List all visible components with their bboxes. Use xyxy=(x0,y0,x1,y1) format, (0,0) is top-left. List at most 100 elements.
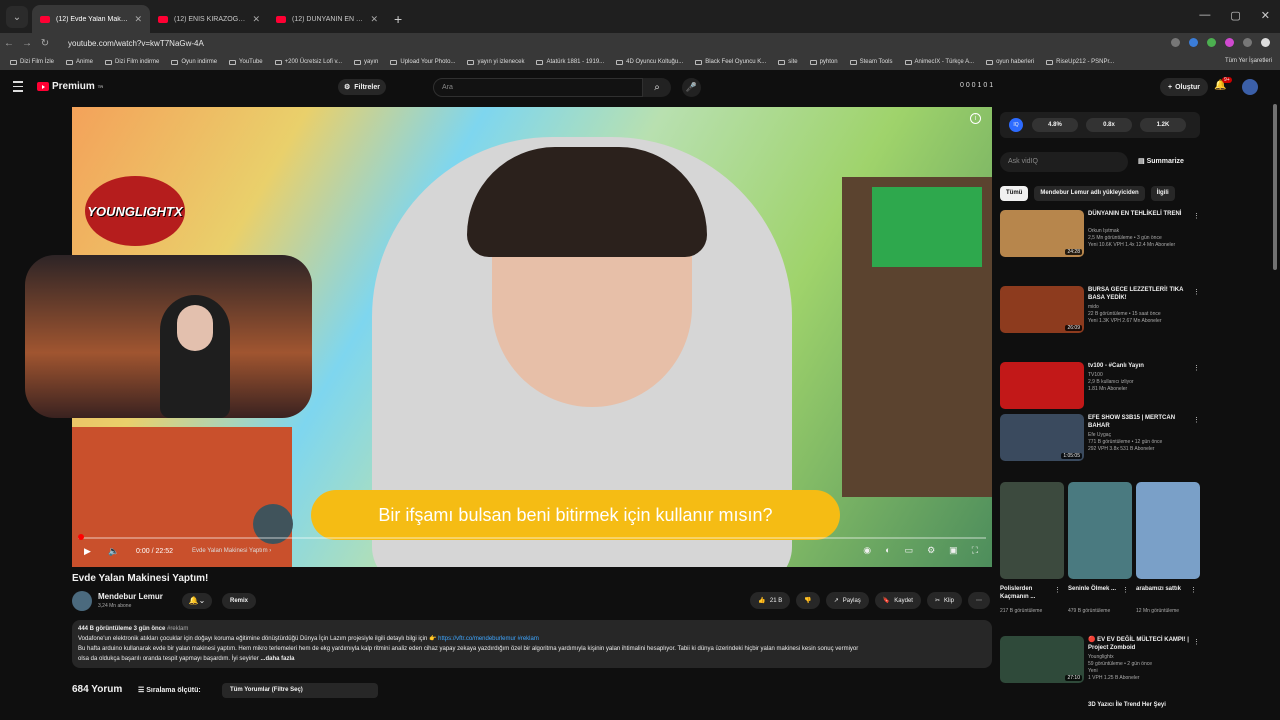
bookmark-item[interactable]: Dizi Film indirme xyxy=(105,59,159,65)
video-thumbnail[interactable]: 1:05:05 xyxy=(1000,414,1084,461)
autoplay-toggle[interactable]: ◐ xyxy=(885,545,890,556)
voice-search-button[interactable]: 🎤 xyxy=(682,78,701,97)
show-more-link[interactable]: ...daha fazla xyxy=(260,656,294,662)
more-icon[interactable]: ⋮ xyxy=(1190,586,1200,594)
bookmark-item[interactable]: site xyxy=(778,59,798,65)
bookmark-item[interactable]: Black Feel Oyuncu K... xyxy=(695,59,766,65)
sort-button[interactable]: ☰ Sıralama ölçütü: xyxy=(138,686,201,694)
video-description[interactable]: 444 B görüntüleme 3 gün önce #reklam Vod… xyxy=(72,620,992,668)
progress-bar[interactable] xyxy=(78,534,986,540)
bookmark-item[interactable]: yayın xyxy=(354,59,378,65)
recommended-video[interactable]: tv100 - #Canlı Yayın TV100 2,9 B kullanıc… xyxy=(1000,362,1200,412)
dislike-button[interactable]: 👎 xyxy=(796,592,820,609)
subtitles-icon[interactable]: ▭ xyxy=(905,545,914,556)
save-button[interactable]: 🔖 Kaydet xyxy=(874,592,921,609)
more-icon[interactable]: ⋮ xyxy=(1193,288,1200,296)
ask-vidiq-input[interactable]: Ask vidIQ xyxy=(1000,152,1128,172)
more-actions-button[interactable]: ⋯ xyxy=(968,592,990,609)
extension-icon[interactable] xyxy=(1225,38,1234,47)
comment-filter-select[interactable]: Tüm Yorumlar (Filtre Seç) xyxy=(222,683,378,698)
search-button[interactable]: ⌕ xyxy=(643,78,671,97)
bookmark-item[interactable]: oyun haberleri xyxy=(986,59,1034,65)
share-button[interactable]: ↗ Paylaş xyxy=(825,592,869,609)
close-window-icon[interactable]: ✕ xyxy=(1261,9,1270,22)
bookmark-item[interactable]: YouTube xyxy=(229,59,263,65)
new-tab-button[interactable]: + xyxy=(394,11,402,27)
info-icon[interactable]: i xyxy=(970,113,981,124)
close-tab-icon[interactable]: ✕ xyxy=(134,14,142,25)
recommended-video[interactable]: 27:10 🔴 EV EV DEĞİL MÜLTECİ KAMPI! | Pro… xyxy=(1000,636,1200,686)
miniplayer-icon[interactable]: ▣ xyxy=(949,545,958,556)
tab-search-icon[interactable]: ⌄ xyxy=(6,6,28,28)
all-bookmarks[interactable]: Tüm Yer İşaretleri xyxy=(1225,58,1272,64)
search-input[interactable]: Ara xyxy=(433,78,643,97)
subscribed-bell-button[interactable]: 🔔⌄ xyxy=(182,593,212,609)
more-icon[interactable]: ⋮ xyxy=(1193,638,1200,646)
url-field[interactable]: youtube.com/watch?v=kwT7NaGw-4A xyxy=(68,39,204,48)
short-thumbnail[interactable] xyxy=(1068,482,1132,579)
bookmark-item[interactable]: Anime xyxy=(66,59,93,65)
bookmark-item[interactable]: Upload Your Photo... xyxy=(390,59,455,65)
short-title[interactable]: arabamızı sattık xyxy=(1136,585,1190,593)
volume-icon[interactable]: 🔈 xyxy=(108,546,119,557)
chip-related[interactable]: İlgili xyxy=(1150,186,1175,201)
back-icon[interactable]: ← xyxy=(0,38,18,49)
recommended-video-title[interactable]: 3D Yazıcı İle Trend Her Şeyi xyxy=(1088,701,1192,709)
bookmark-item[interactable]: AnimecIX - Türkçe A... xyxy=(904,59,974,65)
short-thumbnail[interactable] xyxy=(1136,482,1200,579)
chapter-title[interactable]: Evde Yalan Makinesi Yaptım › xyxy=(192,548,271,554)
video-thumbnail[interactable]: 27:10 xyxy=(1000,636,1084,683)
vidiq-icon[interactable]: ◉ xyxy=(863,545,871,556)
close-tab-icon[interactable]: ✕ xyxy=(252,14,260,25)
extension-icon[interactable] xyxy=(1207,38,1216,47)
recommended-video[interactable]: 1:05:05 EFE SHOW S3B15 | MERTCAN BAHAR E… xyxy=(1000,414,1200,464)
menu-icon[interactable] xyxy=(13,81,23,95)
page-scrollbar[interactable] xyxy=(1273,104,1277,270)
minimize-icon[interactable]: — xyxy=(1199,9,1210,22)
notifications-button[interactable]: 🔔 9+ xyxy=(1214,77,1232,91)
browser-tab[interactable]: (12) ENİS KIRAZOĞLU OYUN OYNUYOR✕ xyxy=(150,5,268,33)
remix-button[interactable]: Remix xyxy=(222,593,257,609)
youtube-logo[interactable]: Premium TR xyxy=(37,81,103,92)
video-thumbnail[interactable] xyxy=(1000,362,1084,409)
recommended-video[interactable]: 26:09 BURSA GECE LEZZETLERİ! TIKA BASA Y… xyxy=(1000,286,1200,336)
extension-icon[interactable] xyxy=(1243,38,1252,47)
more-icon[interactable]: ⋮ xyxy=(1193,416,1200,424)
vidiq-logo[interactable]: IQ xyxy=(1009,118,1023,132)
bookmark-item[interactable]: +200 Ücretsiz Lofi v... xyxy=(274,59,342,65)
maximize-icon[interactable]: ▢ xyxy=(1230,9,1240,22)
play-icon[interactable]: ▶ xyxy=(84,546,91,557)
chip-uploader[interactable]: Mendebur Lemur adlı yükleyiciden xyxy=(1034,186,1145,201)
chip-all[interactable]: Tümü xyxy=(1000,186,1029,201)
short-title[interactable]: Polislerden Kaçmanın ... xyxy=(1000,585,1054,601)
settings-icon[interactable]: ⚙ xyxy=(927,545,935,556)
short-title[interactable]: Seninle Ölmek ... xyxy=(1068,585,1122,593)
browser-tab[interactable]: (12) Evde Yalan Makinesi Yaptım✕ xyxy=(32,5,150,33)
filters-button[interactable]: ⚙ Filtreler xyxy=(338,79,386,95)
browser-tab[interactable]: (12) DÜNYANIN EN TEHLİKELİ TRENİ✕ xyxy=(268,5,386,33)
forward-icon[interactable]: → xyxy=(18,38,36,49)
bookmark-item[interactable]: yayın yi izlenecek xyxy=(467,59,524,65)
extension-icon[interactable] xyxy=(1171,38,1180,47)
bookmark-item[interactable]: pyhton xyxy=(809,59,838,65)
bookmark-item[interactable]: Oyun indirme xyxy=(171,59,217,65)
create-button[interactable]: + Oluştur xyxy=(1160,78,1208,96)
more-icon[interactable]: ⋮ xyxy=(1193,212,1200,220)
more-icon[interactable]: ⋮ xyxy=(1193,364,1200,372)
video-thumbnail[interactable]: 26:09 xyxy=(1000,286,1084,333)
bookmark-item[interactable]: Steam Tools xyxy=(849,59,893,65)
channel-name[interactable]: Mendebur Lemur xyxy=(98,592,163,601)
close-tab-icon[interactable]: ✕ xyxy=(370,14,378,25)
reload-icon[interactable]: ↻ xyxy=(36,38,54,49)
extension-icon[interactable] xyxy=(1189,38,1198,47)
profile-icon[interactable] xyxy=(1261,38,1270,47)
account-avatar[interactable] xyxy=(1242,79,1258,95)
like-button[interactable]: 👍 21 B xyxy=(750,592,791,609)
summarize-button[interactable]: ▤ Summarize xyxy=(1138,157,1184,165)
short-thumbnail[interactable] xyxy=(1000,482,1064,579)
description-link[interactable]: https://vftr.co/mendeburlemur #reklam xyxy=(438,636,539,642)
bookmark-item[interactable]: Atatürk 1881 - 1919... xyxy=(536,59,604,65)
clip-button[interactable]: ✂ Klip xyxy=(926,592,962,609)
recommended-video[interactable]: 24:28 DÜNYANIN EN TEHLİKELİ TRENİ Orkun … xyxy=(1000,210,1200,260)
fullscreen-icon[interactable]: ⛶ xyxy=(972,545,978,556)
